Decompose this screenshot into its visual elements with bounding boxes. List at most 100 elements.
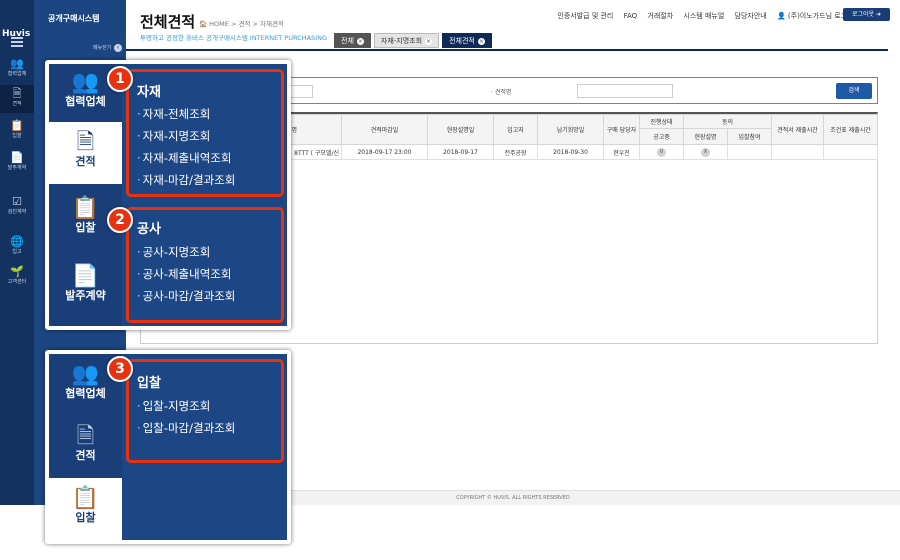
callout-submenu-column: 자재 · 자재-전체조회 · 자재-지명조회 · 자재-제출내역조회 · 자재-마감/결… (122, 64, 287, 326)
menu-bid-closed[interactable]: · 입찰-마감/결과조회 (137, 420, 235, 436)
group-title-construction: 공사 (137, 222, 161, 237)
tab-all-estimates[interactable]: 전체견적 × (442, 33, 492, 48)
close-icon[interactable]: × (356, 38, 364, 45)
clipboard-icon: 📋 (10, 119, 24, 132)
rail-item-partners[interactable]: 👥 협력업체 (0, 57, 34, 78)
rail-item-label: 검진계약 (7, 209, 27, 215)
callout-nav-label: 협력업체 (65, 95, 106, 108)
icon-rail: Huvis 👥 협력업체 🗎 견적 📋 입찰 📄 발주계약 ☑ 검진계약 🌐 입… (0, 0, 34, 505)
menu-close-toggle[interactable]: 메뉴닫기 ‹ (93, 44, 122, 52)
menu-material-all[interactable]: · 자재-전체조회 (137, 106, 210, 122)
menu-bid-nominated[interactable]: · 입찰-지명조회 (137, 398, 210, 414)
rail-item-label: 발주계약 (7, 165, 27, 171)
cell-site-date: 2018-09-17 (427, 144, 494, 160)
hamburger-icon[interactable] (11, 37, 23, 49)
col-notice: 공고중 (639, 128, 684, 145)
callout-badge-2: 2 (107, 207, 133, 233)
tab-label: 자재-지명조회 (380, 37, 423, 45)
cell-delivery: 2018-09-30 (537, 144, 604, 160)
top-links: 인증서발급 및 관리 FAQ 거래절차 시스템 매뉴얼 담당자안내 👤 (주)이… (549, 11, 860, 21)
menu-construction-submitted[interactable]: · 공사-제출내역조회 (137, 266, 231, 282)
callout-bid-menu: 👥 협력업체 🗎 견적 📋 입찰 입찰 · 입찰-지명조회 · 입찰-마감/결과조회 (45, 350, 291, 544)
callout-nav-estimate[interactable]: 🗎 견적 (49, 122, 122, 184)
close-icon[interactable]: × (425, 38, 433, 45)
col-cond-time: 조건표 제출시간 (823, 114, 879, 145)
callout-nav-column: 👥 협력업체 🗎 견적 📋 입찰 📄 발주계약 (49, 64, 122, 326)
estimate-name-label: · 견적명 (491, 89, 512, 96)
rail-item-label: 입고 (12, 249, 22, 255)
rail-item-label: 입찰 (12, 133, 22, 139)
col-bid-join: 입찰참여 (726, 128, 773, 145)
procedure-link[interactable]: 거래절차 (647, 12, 673, 20)
rail-item-receiving[interactable]: 🌐 입고 (0, 236, 34, 256)
rail-item-bid[interactable]: 📋 입찰 (0, 119, 34, 140)
menu-material-nominated[interactable]: · 자재-지명조회 (137, 128, 210, 144)
callout-nav-bid[interactable]: 📋 입찰 (49, 478, 122, 540)
rail-item-estimate[interactable]: 🗎 견적 (0, 85, 34, 113)
cell-buyer: 현우진 (603, 144, 640, 160)
col-site-date: 현장설명일 (427, 114, 494, 145)
callout-nav-estimate[interactable]: 🗎 견적 (49, 418, 122, 476)
estimate-name-input[interactable] (577, 84, 673, 98)
tab-label: 전체 (341, 37, 354, 45)
faq-link[interactable]: FAQ (624, 12, 638, 20)
col-delivery: 납기희망일 (537, 114, 604, 145)
tab-label: 전체견적 (449, 37, 475, 45)
contact-link[interactable]: 담당자안내 (735, 12, 767, 20)
manual-link[interactable]: 시스템 매뉴얼 (683, 12, 724, 20)
tab-material-nominated[interactable]: 자재-지명조회 × (373, 33, 440, 48)
rail-item-inspection[interactable]: ☑ 검진계약 (0, 195, 34, 216)
checklist-icon: ☑ (12, 195, 22, 208)
clipboard-icon: 📋 (71, 486, 100, 511)
plant-icon: 🌱 (10, 265, 24, 278)
search-input-partial[interactable] (289, 85, 313, 98)
menu-material-closed[interactable]: · 자재-마감/결과조회 (137, 172, 235, 188)
group-title-bid: 입찰 (137, 376, 161, 391)
col-deadline: 견적마감일 (341, 114, 428, 145)
cell-cond-time (823, 144, 879, 160)
col-agree: 동의 (682, 114, 773, 129)
rail-item-support[interactable]: 🌱 고객센터 (0, 265, 34, 286)
rail-item-order[interactable]: 📄 발주계약 (0, 152, 34, 172)
tab-bar: 전체 × 자재-지명조회 × 전체견적 × (334, 33, 495, 50)
chevron-left-icon: ‹ (114, 44, 122, 52)
callout-nav-label: 견적 (75, 155, 96, 168)
cell-site: X (683, 144, 728, 160)
cell-location: 전주공장 (493, 144, 538, 160)
menu-label: 자재-전체조회 (142, 107, 211, 121)
callout-estimate-menu: 👥 협력업체 🗎 견적 📋 입찰 📄 발주계약 자재 · 자재-전체조회 · 자재-… (45, 60, 291, 330)
callout-badge-3: 3 (107, 356, 133, 382)
rail-item-label: 고객센터 (7, 279, 27, 285)
callout-nav-order[interactable]: 📄 발주계약 (49, 260, 122, 324)
col-location: 입고지 (493, 114, 538, 145)
menu-label: 자재-지명조회 (142, 129, 211, 143)
callout-nav-column: 👥 협력업체 🗎 견적 📋 입찰 (49, 354, 122, 540)
menu-construction-closed[interactable]: · 공사-마감/결과조회 (137, 288, 235, 304)
page-header: 전체견적 🏠 HOME > 견적 > 자재견적 투명하고 공정한 휴비스 공개구… (126, 0, 900, 50)
search-button[interactable]: 검색 (836, 83, 872, 99)
callout-nav-label: 협력업체 (65, 387, 106, 400)
users-icon: 👥 (10, 57, 24, 70)
page-title: 전체견적 (140, 13, 196, 31)
menu-label: 자재-제출내역조회 (142, 151, 232, 165)
menu-label: 자재-마감/결과조회 (142, 173, 236, 187)
menu-label: 공사-마감/결과조회 (142, 289, 236, 303)
menu-label: 공사-지명조회 (142, 245, 211, 259)
logout-button[interactable]: 로그아웃 ➜ (843, 8, 890, 21)
menu-material-submitted[interactable]: · 자재-제출내역조회 (137, 150, 231, 166)
tab-all[interactable]: 전체 × (334, 33, 371, 48)
document-icon: 🗎 (12, 87, 22, 100)
col-submit-time: 견적서 제출시간 (771, 114, 825, 145)
breadcrumb: 🏠 HOME > 견적 > 자재견적 (199, 20, 284, 28)
header-divider (126, 49, 888, 51)
page-subtitle: 투명하고 공정한 휴비스 공개구매시스템 INTERNET PURCHASING (140, 34, 327, 42)
close-icon[interactable]: × (477, 38, 485, 45)
document-icon: 🗎 (76, 424, 95, 449)
menu-construction-nominated[interactable]: · 공사-지명조회 (137, 244, 210, 260)
col-site: 현장설명 (683, 128, 728, 145)
menu-label: 입찰-마감/결과조회 (142, 421, 236, 435)
cert-link[interactable]: 인증서발급 및 관리 (557, 12, 613, 20)
col-progress: 진행상태 (639, 114, 684, 129)
app-root: Huvis 👥 협력업체 🗎 견적 📋 입찰 📄 발주계약 ☑ 검진계약 🌐 입… (0, 0, 900, 560)
cell-submit-time (771, 144, 825, 160)
